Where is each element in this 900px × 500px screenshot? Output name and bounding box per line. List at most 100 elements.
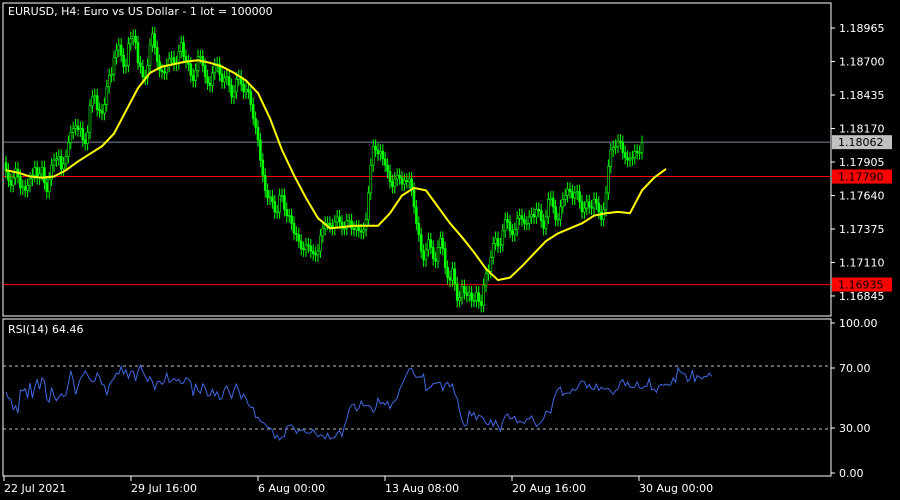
candle-body (393, 178, 397, 187)
candle-body (107, 75, 111, 88)
candle-body (484, 273, 488, 286)
candle-body (542, 220, 545, 229)
candle-body (628, 158, 632, 161)
candle-body (350, 220, 353, 229)
candle-body (213, 65, 217, 74)
rsi-axis-label: 30.00 (839, 422, 871, 435)
rsi-axis-label: 100.00 (839, 317, 878, 330)
candle-body (249, 91, 253, 105)
candle-body (364, 219, 368, 230)
candle-body (415, 206, 418, 224)
candle-body (434, 258, 437, 262)
candle-body (47, 178, 51, 192)
candle-body (194, 70, 197, 81)
candle-body (100, 110, 104, 114)
price-label-text: 1.16935 (838, 279, 884, 292)
candle-body (376, 149, 380, 155)
candle-body (578, 191, 581, 203)
candle-body (395, 174, 399, 180)
candle-body (640, 142, 644, 153)
candle-body (67, 142, 70, 157)
candle-body (244, 89, 248, 93)
candle-body (441, 238, 445, 249)
candle-body (110, 73, 113, 76)
candle-body (527, 216, 531, 224)
candle-body (278, 195, 281, 213)
candle-body (455, 283, 459, 301)
candle-body (631, 157, 634, 160)
candle-body (57, 156, 61, 160)
candle-body (112, 57, 116, 75)
candle-body (429, 239, 433, 248)
candle-body (64, 156, 68, 165)
candle-body (460, 286, 464, 299)
candle-body (381, 150, 385, 160)
candle-body (422, 250, 425, 261)
candle-body (405, 180, 409, 182)
candle-body (371, 145, 375, 166)
candle-body (506, 219, 509, 223)
candle-body (520, 215, 524, 220)
candle-body (623, 152, 627, 158)
candle-body (235, 78, 238, 93)
candle-body (362, 229, 365, 233)
candle-body (316, 250, 320, 256)
candle-body (518, 215, 521, 219)
candle-body (458, 297, 461, 301)
candle-body (537, 209, 541, 211)
candle-body (609, 149, 613, 167)
candle-body (127, 43, 130, 66)
candle-body (263, 174, 267, 191)
candle-body (98, 109, 101, 112)
time-axis-label: 22 Jul 2021 (4, 482, 66, 495)
candle-body (575, 191, 579, 194)
candle-body (489, 257, 493, 272)
candle-body (247, 89, 250, 93)
candle-body (81, 128, 85, 141)
candle-body (352, 228, 356, 230)
candle-body (311, 250, 315, 254)
candle-body (357, 226, 361, 232)
candle-body (463, 286, 466, 294)
candle-body (79, 128, 82, 131)
price-axis: 1.18965 1.18700 1.18435 1.18170 1.17905 1.176… (831, 22, 885, 303)
candle-body (607, 166, 610, 194)
candle-body (275, 211, 279, 214)
candle-body (177, 51, 181, 64)
candle-body (443, 248, 447, 268)
candle-body (453, 268, 457, 285)
candle-body (503, 219, 507, 232)
candle-body (470, 292, 473, 301)
candle-body (14, 168, 17, 179)
candle-body (155, 47, 159, 62)
candle-body (583, 207, 586, 213)
candle-body (499, 244, 502, 247)
candle-body (28, 178, 32, 186)
candle-body (280, 195, 284, 197)
rsi-axis: 100.00 70.00 30.00 0.00 (831, 317, 878, 480)
candle-body (292, 222, 296, 234)
candle-body (220, 73, 224, 83)
candle-body (148, 44, 152, 66)
candle-body (117, 44, 121, 51)
candle-body (189, 63, 193, 76)
price-axis-label: 1.17375 (839, 223, 885, 236)
candle-body (511, 230, 514, 235)
candle-body (417, 222, 421, 235)
time-axis-label: 30 Aug 00:00 (639, 482, 713, 495)
candle-body (554, 206, 557, 220)
candle-body (580, 201, 584, 213)
rsi-axis-label: 0.00 (839, 467, 864, 480)
candle-body (616, 140, 620, 147)
candle-body (223, 77, 226, 83)
candle-body (163, 71, 166, 74)
candle-body (71, 128, 75, 133)
candle-body (88, 105, 92, 133)
candle-body (151, 33, 154, 46)
candle-body (326, 222, 329, 225)
candle-body (55, 158, 58, 161)
candle-body (571, 191, 574, 199)
time-axis: 22 Jul 2021 29 Jul 16:00 6 Aug 00:00 13 Aug… (3, 476, 713, 495)
price-axis-label: 1.17905 (839, 156, 885, 169)
candle-body (412, 188, 416, 208)
